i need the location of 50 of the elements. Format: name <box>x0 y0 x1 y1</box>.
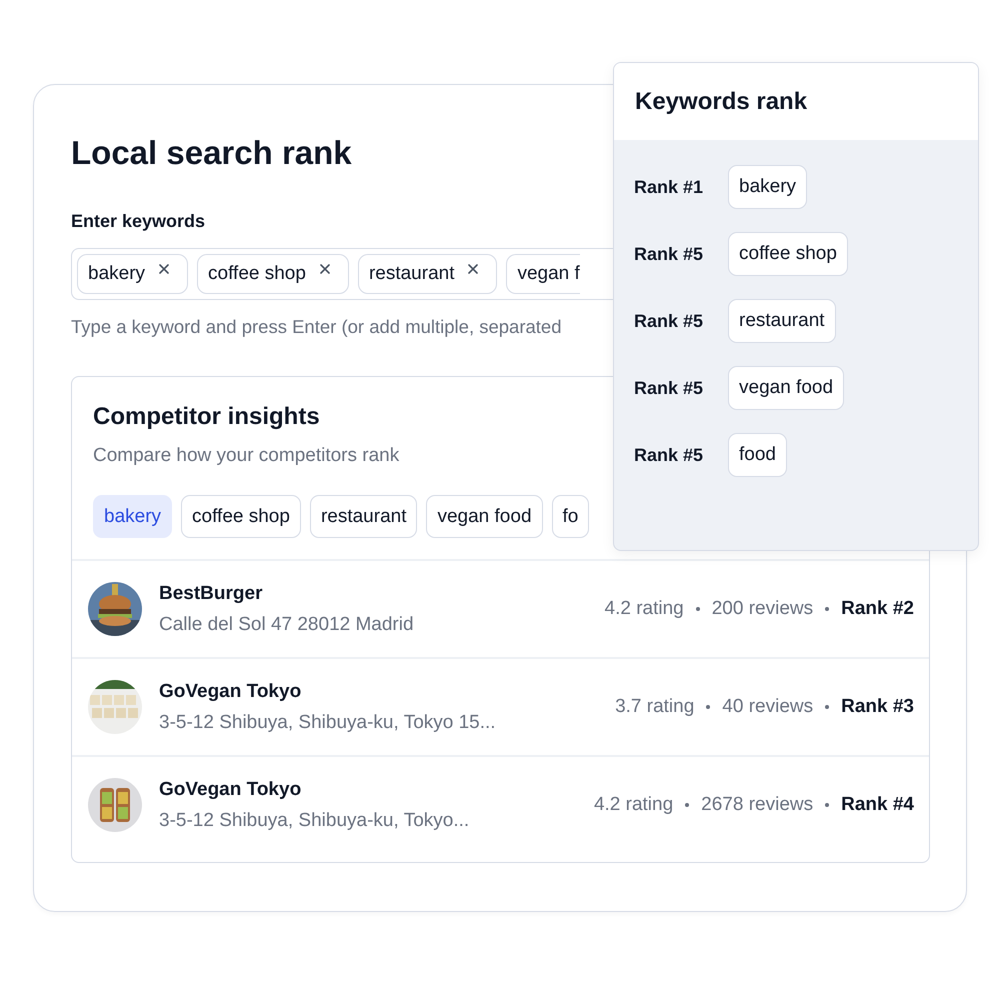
bullet-icon <box>685 803 690 807</box>
close-icon[interactable] <box>320 264 330 274</box>
section-subtitle: Compare how your competitors rank <box>93 445 400 467</box>
keyword-input-field[interactable]: bakery coffee shop restaurant vegan f <box>71 248 613 300</box>
bullet-icon <box>696 607 700 611</box>
rank-text: Rank #5 <box>634 378 704 398</box>
rank-text: Rank #5 <box>634 244 704 264</box>
rank-text: Rank #4 <box>841 794 914 816</box>
rank-text: Rank #5 <box>634 310 704 332</box>
keyword-chip: bakery <box>728 165 808 209</box>
keyword-tab[interactable]: coffee shop <box>181 495 301 538</box>
chip-label: bakery <box>88 263 146 285</box>
reviews-text: 200 reviews <box>712 598 814 620</box>
rating-text: 4.2 rating <box>604 598 684 620</box>
business-name: GoVegan Tokyo <box>159 778 302 800</box>
keyword-tab[interactable]: bakery <box>93 495 172 538</box>
reviews-text: 40 reviews <box>722 696 814 718</box>
keyword-chip: restaurant <box>728 299 836 343</box>
business-address: Calle del Sol 47 28012 Madrid <box>159 614 415 636</box>
bullet-icon <box>825 803 830 807</box>
field-label: Enter keywords <box>71 211 206 232</box>
reviews-text: 2678 reviews <box>701 794 814 816</box>
keyword-chip: vegan food <box>728 366 844 410</box>
business-address: 3-5-12 Shibuya, Shibuya-ku, Tokyo... <box>159 810 470 832</box>
business-name: BestBurger <box>159 582 264 604</box>
bullet-icon <box>825 705 830 709</box>
page-title: Local search rank <box>71 133 353 173</box>
bullet-icon <box>706 705 710 709</box>
hint-text: Type a keyword and press Enter (or add multiple, separated <box>71 316 562 338</box>
keyword-chip: food <box>728 433 787 477</box>
chip-label: coffee shop <box>208 263 306 285</box>
rating-text: 4.2 rating <box>594 794 674 816</box>
chip-label: restaurant <box>368 263 454 285</box>
business-address: 3-5-12 Shibuya, Shibuya-ku, Tokyo 15... <box>159 712 497 734</box>
rank-text: Rank #1 <box>634 176 704 198</box>
close-icon[interactable] <box>468 264 478 274</box>
keyword-tab[interactable]: restaurant <box>310 495 418 538</box>
rank-text: Rank #3 <box>841 696 914 718</box>
keyword-chip: coffee shop <box>728 232 848 276</box>
keyword-tab[interactable]: fo <box>552 495 590 538</box>
keyword-tab[interactable]: vegan food <box>426 495 543 538</box>
panel-title: Keywords rank <box>635 88 808 116</box>
chip-label: vegan f <box>517 263 580 285</box>
bullet-icon <box>825 607 830 611</box>
rank-text: Rank #2 <box>841 598 914 620</box>
business-name: GoVegan Tokyo <box>159 680 302 702</box>
rating-text: 3.7 rating <box>615 696 694 718</box>
rank-text: Rank #5 <box>634 444 704 466</box>
section-title: Competitor insights <box>93 403 321 431</box>
close-icon[interactable] <box>159 264 170 274</box>
